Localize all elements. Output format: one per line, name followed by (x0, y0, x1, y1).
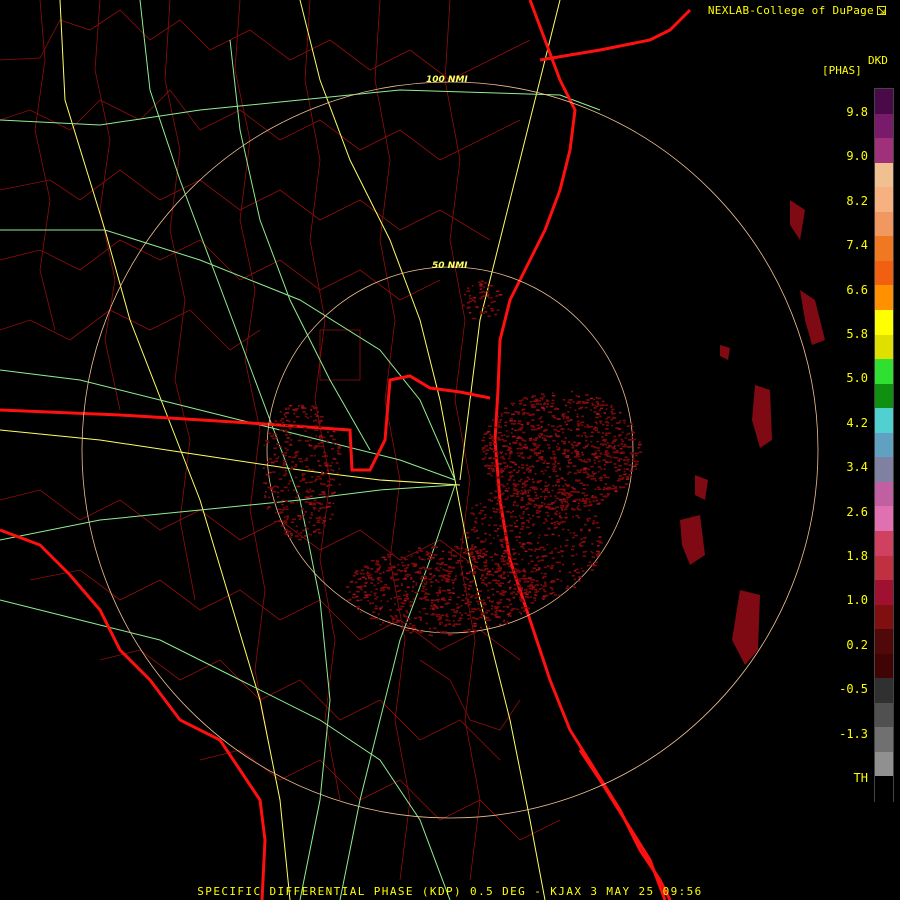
scale-swatch (875, 408, 893, 434)
scale-swatch (875, 629, 893, 655)
product-footer: SPECIFIC DIFFERENTIAL PHASE (KDP) 0.5 DE… (197, 885, 703, 898)
scale-swatch (875, 334, 893, 360)
scale-swatch (875, 359, 893, 385)
scale-swatch (875, 776, 893, 802)
scale-swatch (875, 653, 893, 679)
scale-label: 1.8 (846, 549, 868, 563)
scale-swatch (875, 555, 893, 581)
scale-swatch (875, 678, 893, 704)
scale-label: 3.4 (846, 460, 868, 475)
external-link-arrow-icon (877, 6, 886, 15)
scale-swatch (875, 604, 893, 630)
scale-swatch (875, 383, 893, 409)
scale-swatch (875, 285, 893, 311)
scale-label: 5.8 (846, 327, 868, 341)
scale-swatch (875, 432, 893, 458)
scale-label: 2.6 (846, 504, 868, 519)
ring-label-50nmi: 50 NMI (432, 261, 468, 271)
credit-header[interactable]: NEXLAB-College of DuPage (708, 4, 886, 17)
scale-label: 9.0 (846, 149, 868, 164)
scale-swatch (875, 580, 893, 606)
scale-label: -0.5 (839, 682, 868, 697)
scale-swatch (875, 236, 893, 262)
scale-label: 5.0 (846, 371, 868, 386)
scale-swatch (875, 481, 893, 507)
scale-label: 9.8 (846, 105, 868, 119)
scale-swatch (875, 138, 893, 164)
scale-swatch (875, 530, 893, 557)
scale-swatch (875, 162, 893, 188)
scale-swatch (875, 89, 893, 115)
scale-label: 6.6 (846, 282, 868, 297)
credit-text: NEXLAB-College of DuPage (707, 4, 874, 17)
scale-swatch (875, 702, 893, 728)
scale-swatch (875, 310, 893, 336)
scale-label: TH (853, 771, 868, 785)
scale-label: 8.2 (846, 193, 868, 208)
scale-swatch (875, 506, 893, 532)
ring-label-100nmi: 100 NMI (426, 75, 468, 85)
scale-label: 0.2 (846, 637, 868, 652)
scale-label: -1.3 (839, 726, 868, 741)
color-scale (874, 88, 894, 802)
scale-swatch (875, 260, 893, 287)
scale-swatch (875, 727, 893, 753)
product-unit: [PHAS] (822, 64, 862, 77)
scale-label: 1.0 (846, 593, 868, 608)
scale-swatch (875, 751, 893, 778)
scale-label: 7.4 (846, 238, 868, 253)
scale-swatch (875, 457, 893, 483)
radar-map: 50 NMI 100 NMI (0, 0, 900, 900)
scale-label: 4.2 (846, 415, 868, 430)
scale-swatch (875, 113, 893, 139)
product-code: DKD (868, 54, 888, 67)
scale-swatch (875, 211, 893, 237)
scale-swatch (875, 187, 893, 213)
